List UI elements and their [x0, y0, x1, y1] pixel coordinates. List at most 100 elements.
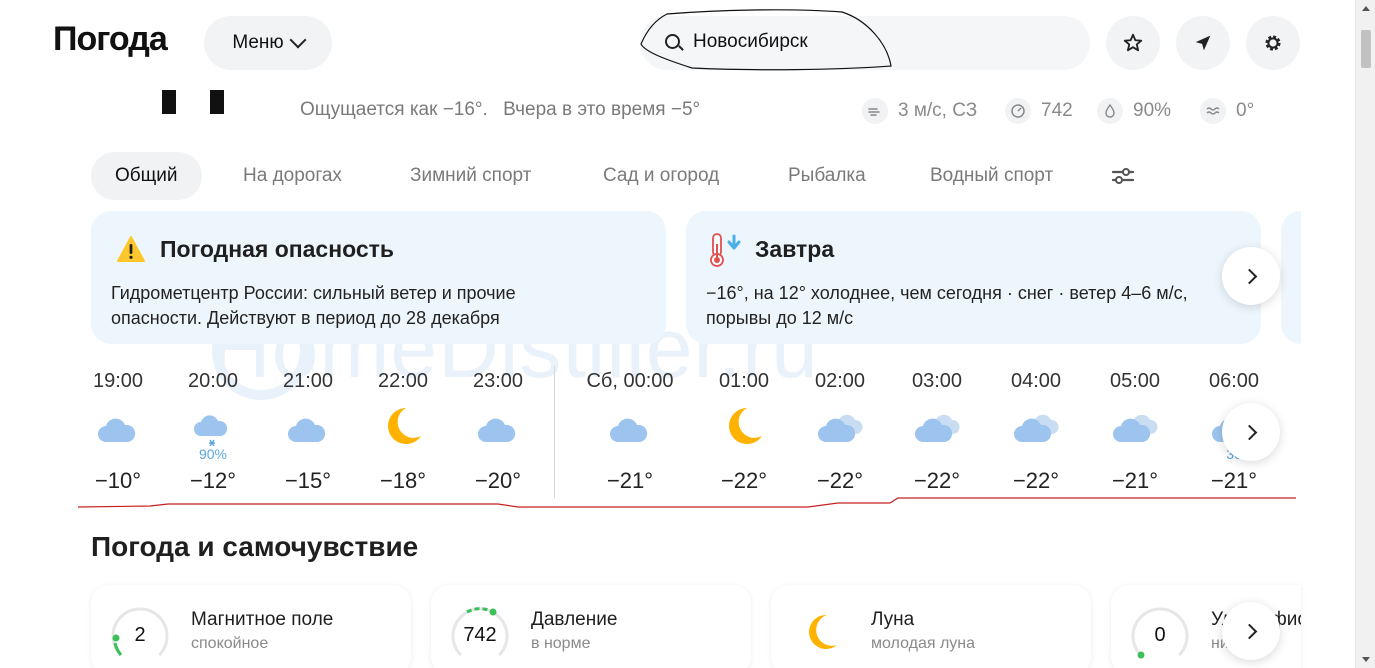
- hour-temperature: −22°: [1012, 468, 1060, 493]
- magnetic-name: Магнитное поле: [191, 609, 334, 630]
- hour-time: 04:00: [1010, 370, 1062, 392]
- hour-cell: 23:00 −20°: [448, 370, 548, 493]
- pressure-stat: 742: [1005, 98, 1073, 124]
- hour-cell: 05:00 −21°: [1085, 370, 1185, 493]
- magnetic-field-card[interactable]: 2 Магнитное поле спокойное: [91, 585, 411, 668]
- droplet-icon: [1097, 98, 1123, 124]
- hour-cell: 04:00 −22°: [986, 370, 1086, 493]
- wind-icon: [862, 98, 888, 124]
- partly-cloudy-night-icon: [94, 406, 142, 446]
- settings-button[interactable]: [1246, 16, 1300, 70]
- partly-cloudy-night-icon: [474, 406, 522, 446]
- wind-stat: 3 м/с, СЗ: [862, 98, 977, 124]
- scroll-down-arrow-icon[interactable]: [1362, 657, 1370, 662]
- location-arrow-icon: [1195, 35, 1211, 51]
- tab-fishing[interactable]: Рыбалка: [764, 152, 890, 200]
- hour-cell: 22:00 −18°: [353, 370, 453, 493]
- crescent-moon-icon: [809, 614, 837, 649]
- magnetic-gauge: 2: [109, 605, 171, 667]
- hour-time: 22:00: [377, 370, 429, 392]
- hour-cell: Сб, 00:00 −21°: [580, 370, 680, 493]
- moon-card[interactable]: Луна молодая луна: [771, 585, 1091, 668]
- moon-name: Луна: [871, 609, 915, 630]
- hour-time: 23:00: [472, 370, 524, 392]
- tab-general[interactable]: Общий: [91, 152, 202, 200]
- magnetic-value: 2: [134, 624, 146, 646]
- yesterday-temp: Вчера в это время −5°: [503, 99, 701, 120]
- location-button[interactable]: [1176, 16, 1230, 70]
- gear-icon: [1265, 35, 1281, 51]
- hour-time: Сб, 00:00: [586, 370, 674, 392]
- hour-temperature: −21°: [1210, 468, 1258, 493]
- uv-value: 0: [1154, 624, 1166, 646]
- pressure-status: в норме: [531, 635, 591, 652]
- tab-water-sport[interactable]: Водный спорт: [906, 152, 1077, 200]
- danger-title: Погодная опасность: [160, 236, 395, 262]
- magnetic-status: спокойное: [191, 635, 269, 652]
- red-underline-annotation: [78, 497, 1296, 508]
- hour-temperature: −18°: [379, 468, 427, 493]
- hour-temperature: −22°: [913, 468, 961, 493]
- tab-garden[interactable]: Сад и огород: [579, 152, 743, 200]
- hour-precipitation: 90%: [198, 446, 228, 462]
- hour-cell: 01:00 −22°: [694, 370, 794, 493]
- hour-time: 20:00: [187, 370, 239, 392]
- search-input[interactable]: Новосибирск: [693, 31, 808, 53]
- water-temp-value: 0°: [1236, 100, 1255, 121]
- hour-cell: 03:00 −22°: [887, 370, 987, 493]
- scrollbar-thumb[interactable]: [1361, 30, 1371, 68]
- moon-phase: молодая луна: [871, 635, 976, 652]
- tab-roads[interactable]: На дорогах: [219, 152, 366, 200]
- scroll-up-arrow-icon[interactable]: [1362, 6, 1370, 11]
- hour-time: 02:00: [814, 370, 866, 392]
- danger-text-line-2: опасности. Действуют в период до 28 дека…: [111, 308, 500, 328]
- hour-temperature: −15°: [284, 468, 332, 493]
- chevron-right-icon: [1241, 623, 1257, 639]
- humidity-value: 90%: [1133, 100, 1172, 121]
- hour-time: 21:00: [282, 370, 334, 392]
- filter-sliders-icon[interactable]: [1110, 164, 1136, 188]
- tomorrow-text-line-1: −16°, на 12° холоднее, чем сегодня · сне…: [706, 283, 1188, 303]
- cards-next-button[interactable]: [1222, 247, 1280, 305]
- wind-value: 3 м/с, СЗ: [898, 100, 978, 121]
- header: Погода Меню Новосибирск: [0, 0, 1355, 90]
- water-waves-icon: [1200, 98, 1226, 124]
- current-temperature-fragment: [160, 90, 230, 114]
- uv-gauge: 0: [1129, 605, 1191, 667]
- partly-cloudy-night-icon: [606, 406, 654, 446]
- wellbeing-title: Погода и самочувствие: [91, 531, 419, 562]
- overcast-icon: [913, 406, 961, 446]
- hour-temperature: −20°: [474, 468, 522, 493]
- danger-text-line-1: Гидрометцентр России: сильный ветер и пр…: [111, 283, 516, 303]
- hour-temperature: −21°: [606, 468, 654, 493]
- hour-time: 03:00: [911, 370, 963, 392]
- feels-like: Ощущается как −16°.: [300, 99, 488, 120]
- tomorrow-title: Завтра: [755, 236, 835, 262]
- next-card-peek[interactable]: [1281, 211, 1301, 344]
- pressure-card[interactable]: 742 Давление в норме: [431, 585, 751, 668]
- star-icon: [1123, 33, 1143, 52]
- hour-time: 01:00: [718, 370, 770, 392]
- tomorrow-text-line-2: порывы до 12 м/с: [706, 308, 854, 328]
- hour-temperature: −12°: [189, 468, 237, 493]
- overcast-icon: [1012, 406, 1060, 446]
- menu-button[interactable]: Меню: [204, 16, 332, 70]
- favorite-button[interactable]: [1106, 16, 1160, 70]
- menu-label: Меню: [232, 32, 284, 53]
- day-divider: [554, 366, 555, 498]
- hourly-next-button[interactable]: [1222, 403, 1280, 461]
- tab-winter-sport[interactable]: Зимний спорт: [386, 152, 555, 200]
- logo[interactable]: Погода: [53, 20, 168, 59]
- overcast-icon: [1111, 406, 1159, 446]
- hour-temperature: −21°: [1111, 468, 1159, 493]
- hour-cell: 19:00 −10°: [68, 370, 168, 493]
- humidity-stat: 90%: [1097, 98, 1171, 124]
- cloudy-night-snow-icon: [189, 406, 237, 447]
- pressure-gauge-icon: [1005, 98, 1031, 124]
- chevron-down-icon: [289, 31, 307, 49]
- page-scrollbar[interactable]: [1355, 0, 1375, 668]
- wellbeing-next-button[interactable]: [1222, 602, 1280, 660]
- chevron-right-icon: [1241, 268, 1257, 284]
- moon-icon: [379, 406, 427, 446]
- pressure-gauge-value: 742: [463, 624, 497, 646]
